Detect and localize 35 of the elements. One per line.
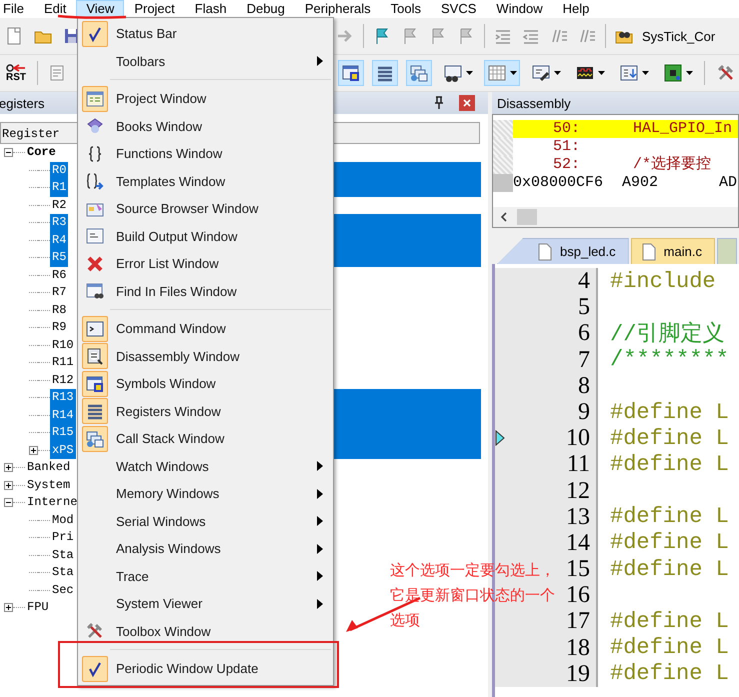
line-number: 5 (508, 294, 598, 320)
code-line: #define L (610, 530, 729, 556)
panel-title: Disassembly (496, 96, 571, 110)
source-line-number: 52: (553, 156, 582, 174)
line-number: 11 (508, 451, 598, 478)
mnemonic: AD (719, 174, 738, 192)
code-line: #define L (610, 400, 729, 425)
line-number: 4 (508, 268, 598, 294)
line-number: 17 (508, 608, 598, 635)
line-number: 8 (508, 372, 598, 399)
line-number: 19 (508, 660, 598, 687)
code-line: #define L (610, 504, 729, 530)
code-line: #define L (610, 426, 729, 451)
address: 0x08000CF6 (513, 174, 604, 192)
code-line: #define L (610, 556, 729, 582)
code-line: #define L (610, 609, 729, 634)
code-line: //引脚定义 (610, 322, 724, 348)
line-number: 9 (508, 398, 598, 426)
line-number: 14 (508, 530, 598, 556)
line-number: 6 (508, 320, 598, 347)
source-code: HAL_GPIO_In (633, 120, 732, 138)
code-line: #define L (610, 452, 729, 477)
line-number: 18 (508, 634, 598, 661)
source-code: /*选择要控 (633, 156, 712, 174)
line-number: 12 (508, 478, 598, 504)
source-line-number: 50: (553, 120, 582, 138)
source-line-number: 51: (553, 138, 582, 156)
code-line: #define L (610, 635, 729, 660)
code-line: #include (610, 268, 716, 294)
line-number: 7 (508, 346, 598, 373)
opcode: A902 (622, 174, 660, 192)
line-number: 10 (508, 425, 598, 452)
line-number: 13 (508, 504, 598, 530)
code-line: /******** (610, 347, 729, 372)
code-line: #define L (610, 661, 729, 686)
